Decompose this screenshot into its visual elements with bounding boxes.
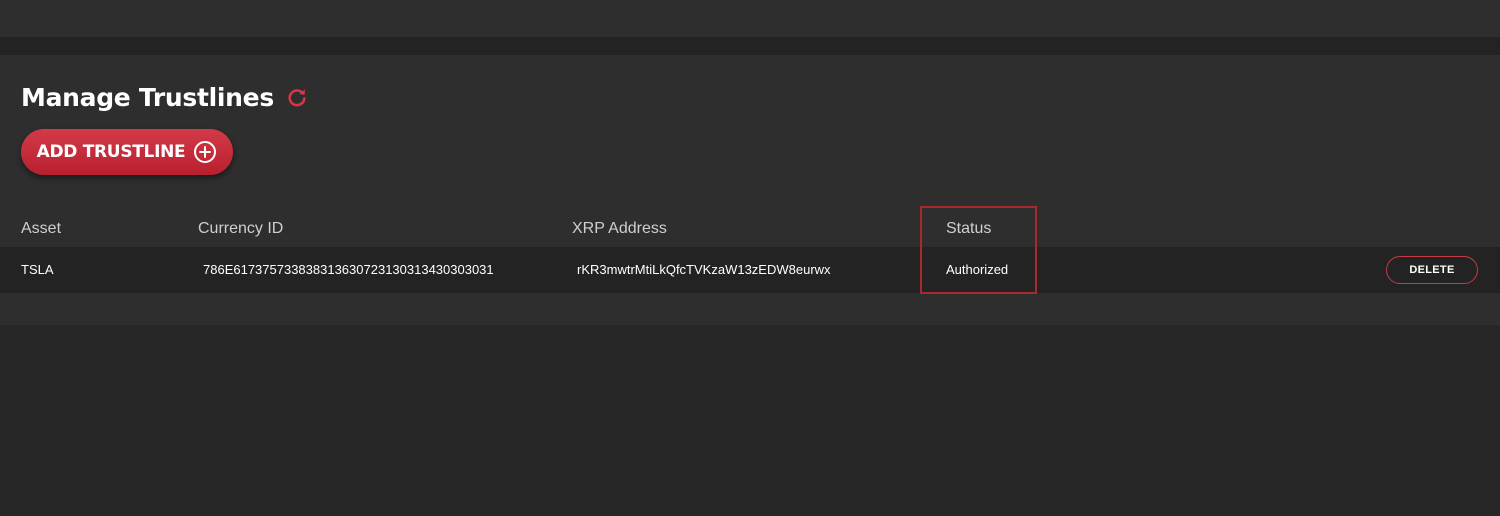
cell-xrp-address: rKR3mwtrMtiLkQfcTVKzaW13zEDW8eurwx — [577, 262, 831, 277]
empty-area — [0, 325, 1500, 516]
cell-status: Authorized — [946, 262, 1009, 277]
column-header-currency-id: Currency ID — [198, 220, 284, 237]
cell-currency-id: 786E6173757338383136307231303134303030​3… — [203, 262, 494, 277]
title-row: Manage Trustlines — [21, 80, 308, 114]
cell-asset: TSLA — [21, 262, 54, 277]
column-header-xrp-address: XRP Address — [572, 220, 667, 237]
page-title: Manage Trustlines — [21, 82, 274, 112]
column-header-asset: Asset — [21, 220, 62, 237]
delete-button[interactable]: DELETE — [1386, 256, 1478, 284]
add-trustline-button[interactable]: ADD TRUSTLINE — [21, 129, 233, 175]
refresh-icon[interactable] — [286, 86, 308, 108]
top-strip — [0, 0, 1500, 37]
column-header-status: Status — [946, 220, 992, 237]
add-trustline-label: ADD TRUSTLINE — [36, 142, 186, 162]
plus-circle-icon — [193, 140, 217, 164]
separator-band — [0, 37, 1500, 55]
